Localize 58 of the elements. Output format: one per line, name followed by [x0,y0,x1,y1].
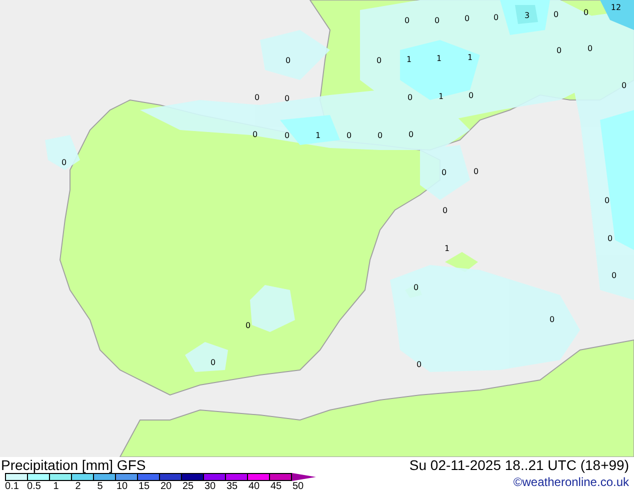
legend-tick-label: 2 [74,481,82,490]
legend-title: Precipitation [mm] GFS [1,457,147,473]
precipitation-value: 0 [441,168,447,177]
precipitation-value: 0 [473,167,479,176]
precipitation-value: 0 [604,196,610,205]
precipitation-value: 0 [468,91,474,100]
precipitation-value: 0 [587,44,593,53]
precipitation-value: 0 [611,271,617,280]
legend-tick-label: 10 [115,481,129,490]
legend-tick-label: 0.5 [26,481,42,490]
legend-tick-label: 20 [159,481,173,490]
legend-tick-label: 0.1 [4,481,20,490]
legend-tick-label: 40 [247,481,261,490]
precipitation-value: 0 [556,46,562,55]
precipitation-value: 0 [252,130,258,139]
precipitation-value: 1 [467,53,473,62]
arrow-icon [292,473,316,481]
legend-tick-label: 50 [291,481,305,490]
precipitation-value: 0 [377,131,383,140]
legend-tick-label: 15 [137,481,151,490]
precipitation-value: 0 [553,10,559,19]
precipitation-value: 0 [416,360,422,369]
precipitation-value: 0 [442,206,448,215]
legend-tick-label: 25 [181,481,195,490]
precipitation-value: 0 [413,283,419,292]
precipitation-value: 1 [438,92,444,101]
precipitation-value: 1 [436,54,442,63]
precipitation-value: 0 [493,13,499,22]
precipitation-value: 0 [210,358,216,367]
credit-link[interactable]: ©weatheronline.co.uk [513,475,629,489]
precipitation-value: 0 [434,16,440,25]
precipitation-value: 0 [285,56,291,65]
precipitation-value: 0 [404,16,410,25]
precipitation-value: 0 [407,93,413,102]
legend-tick-label: 45 [269,481,283,490]
legend-tick-label: 35 [225,481,239,490]
precipitation-value: 1 [444,244,450,253]
valid-time: Su 02-11-2025 18..21 UTC (18+99) [409,457,629,473]
precipitation-value: 0 [583,8,589,17]
precipitation-value: 12 [610,3,622,12]
precipitation-value: 0 [245,321,251,330]
precipitation-value: 0 [549,315,555,324]
precipitation-value: 1 [406,55,412,64]
precipitation-value: 1 [315,131,321,140]
precipitation-value: 0 [464,14,470,23]
precipitation-value: 0 [376,56,382,65]
precipitation-value: 0 [284,94,290,103]
precipitation-value: 0 [621,81,627,90]
precipitation-value: 0 [61,158,67,167]
precipitation-value: 0 [408,130,414,139]
precipitation-value: 0 [607,234,613,243]
precipitation-value: 0 [254,93,260,102]
precipitation-value: 0 [346,131,352,140]
legend-tick-label: 30 [203,481,217,490]
legend-tick-label: 5 [96,481,104,490]
legend-tick-label: 1 [52,481,60,490]
precipitation-value: 0 [284,131,290,140]
precipitation-value: 3 [524,11,530,20]
